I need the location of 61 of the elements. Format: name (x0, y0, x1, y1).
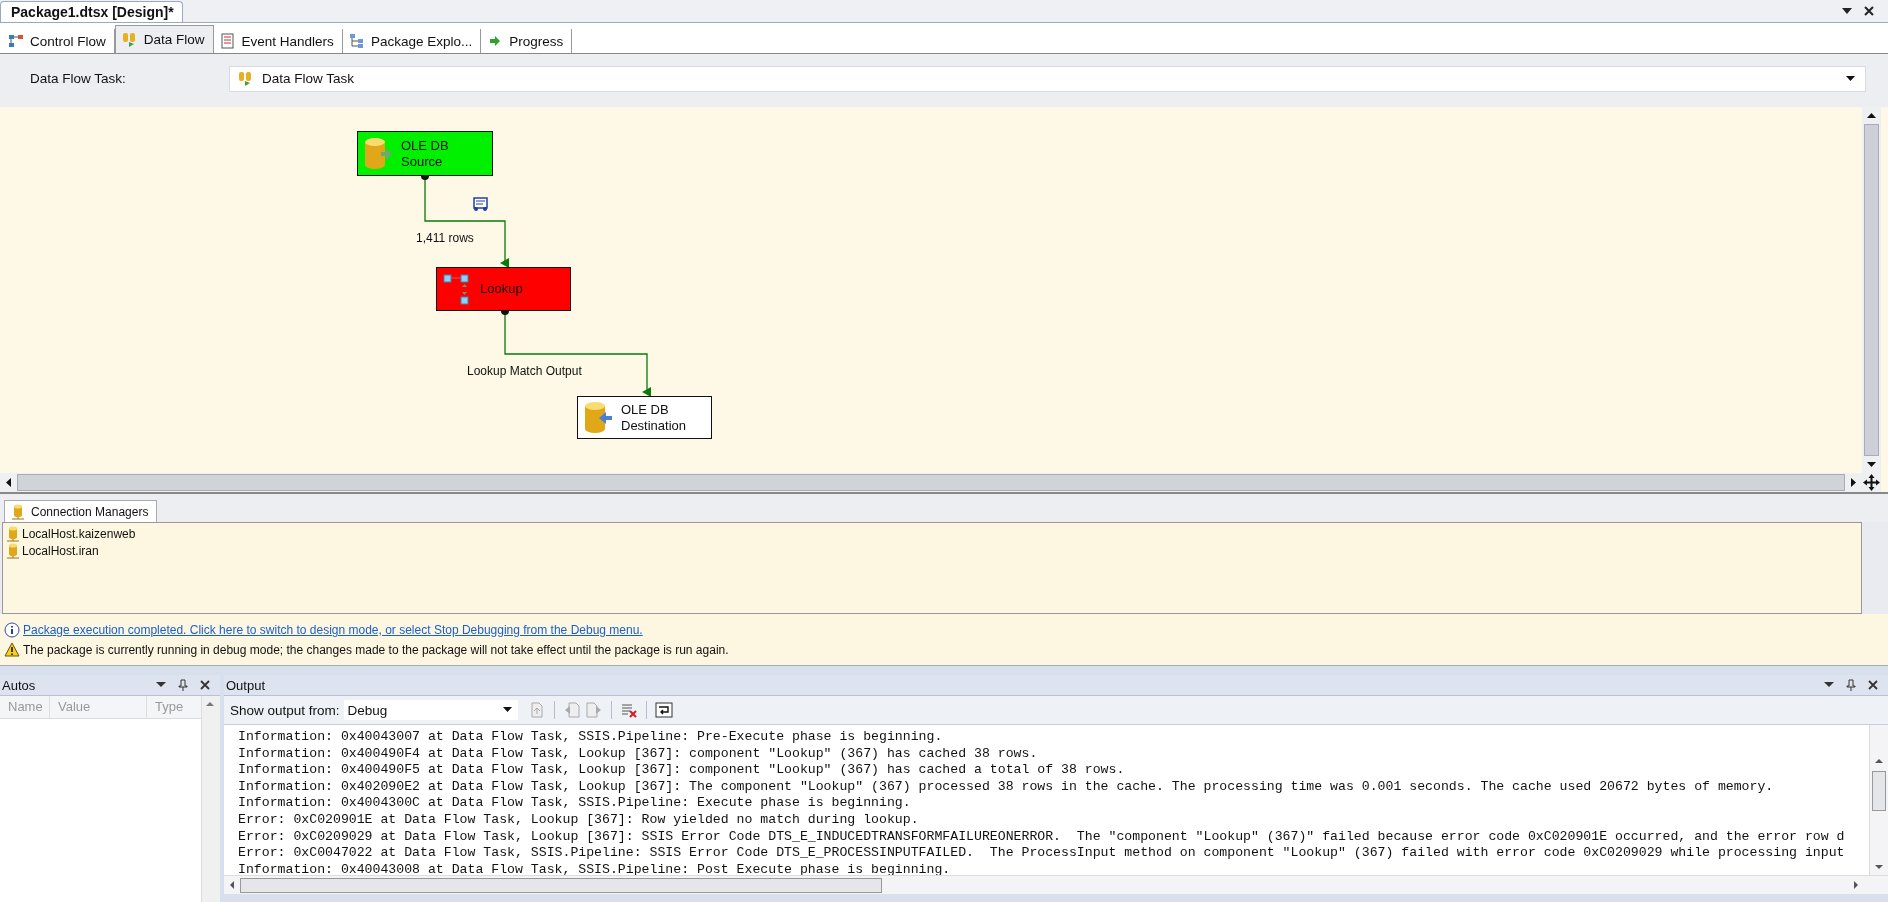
output-line: Information: 0x40043007 at Data Flow Task, SSIS.Pipeline: Pre-Execute phase is beginning. (238, 729, 944, 746)
document-icon (219, 33, 236, 49)
connection-manager-item[interactable]: LocalHost.kaizenweb (6, 525, 1858, 542)
database-icon (583, 400, 613, 435)
data-viewer-icon[interactable] (473, 197, 488, 211)
data-flow-icon (121, 31, 138, 48)
info-icon (4, 622, 20, 638)
connection-icon (6, 525, 20, 542)
designer-tab[interactable]: Control Flow (2, 29, 115, 53)
scrollbar-thumb[interactable] (17, 474, 1845, 491)
scrollbar-thumb[interactable] (1872, 771, 1886, 811)
connection-manager-item[interactable]: LocalHost.iran (6, 542, 1858, 559)
output-line: Information: 0x400490F5 at Data Flow Task, Lookup [367]: component "Lookup" (367) has cached a total of 38 rows. (238, 762, 1126, 779)
show-output-label: Show output from: (230, 702, 340, 718)
database-icon (363, 136, 393, 171)
caret-icon (502, 707, 512, 713)
designer-tab[interactable]: Data Flow (114, 25, 214, 53)
dropdown-icon[interactable] (1824, 682, 1834, 688)
design-mode-link[interactable]: Package execution completed. Click here to switch to design mode, or select Stop Debugging from the Debug menu. (23, 623, 643, 637)
component-node[interactable]: Lookup (436, 267, 571, 311)
warning-message: The package is currently running in debug mode; the changes made to the package will not take effect until the package is run again. (23, 642, 729, 657)
output-title: Output (225, 677, 266, 693)
warning-icon (4, 642, 20, 657)
lookup-icon (442, 272, 472, 306)
dropdown-icon[interactable] (156, 682, 166, 688)
output-source-dropdown[interactable]: Debug (343, 700, 518, 720)
component-node[interactable]: OLE DB Source (357, 131, 493, 176)
close-icon[interactable] (200, 680, 210, 690)
scrollbar-thumb[interactable] (1864, 124, 1879, 456)
connection-icon (11, 503, 25, 520)
output-line: Information: 0x40043008 at Data Flow Task, SSIS.Pipeline: Post Execute phase is beginning. (238, 861, 952, 875)
designer-tab[interactable]: Package Explo... (342, 29, 482, 53)
pin-icon[interactable] (1846, 679, 1856, 691)
connection-icon (6, 542, 20, 559)
output-line: Information: 0x400490F4 at Data Flow Task, Lookup [367]: component "Lookup" (367) has cached 38 rows. (238, 745, 1039, 763)
task-label: Data Flow Task: (29, 71, 127, 86)
close-icon[interactable] (1868, 680, 1878, 690)
dropdown-icon[interactable] (1842, 7, 1852, 15)
designer-tab[interactable]: Event Handlers (213, 29, 343, 53)
scrollbar-thumb[interactable] (240, 877, 882, 893)
component-node[interactable]: OLE DB Destination (577, 396, 712, 439)
close-icon[interactable] (1864, 6, 1874, 16)
control-flow-icon (8, 33, 24, 49)
output-line: Error: 0xC020901E at Data Flow Task, Lookup [367]: Row yielded no match during lookup. (238, 811, 920, 829)
path-label: Lookup Match Output (467, 364, 582, 378)
word-wrap-icon[interactable] (654, 701, 673, 719)
path-label: 1,411 rows (416, 231, 474, 245)
caret-icon (1846, 75, 1855, 82)
pin-icon[interactable] (178, 679, 188, 691)
output-line: Information: 0x402090E2 at Data Flow Task, Lookup [367]: The component "Lookup" (367) processed 38 rows in the cache. The processing time was 0.001 seconds. The cache used 20672 bytes of memory. (238, 778, 1775, 796)
data-flow-icon (238, 70, 254, 87)
designer-tab[interactable]: Progress (481, 29, 573, 53)
output-line: Error: 0xC0047022 at Data Flow Task, SSIS.Pipeline: SSIS Error Code DTS_E_PROCESSINPUTFAILED. The ProcessInput method on component "Lookup" (367) failed with error code 0xC0209029 while processing input (238, 845, 1846, 862)
tree-icon (348, 33, 365, 49)
document-tab[interactable]: Package1.dtsx [Design]* (0, 1, 183, 22)
task-dropdown[interactable]: Data Flow Task (229, 65, 1866, 92)
clear-all-icon[interactable] (619, 701, 638, 719)
output-line: Information: 0x4004300C at Data Flow Task, SSIS.Pipeline: Execute phase is beginning. (238, 795, 912, 812)
autos-title: Autos (1, 677, 36, 693)
output-line: Error: 0xC0209029 at Data Flow Task, Lookup [367]: SSIS Error Code DTS_E_INDUCEDTRANSFORMFAILUREONERROR. The "component "Lookup" (367)" failed because error code 0xC020901E occurred, and the error row d (238, 828, 1846, 846)
connection-managers-tab[interactable]: Connection Managers (4, 500, 158, 522)
